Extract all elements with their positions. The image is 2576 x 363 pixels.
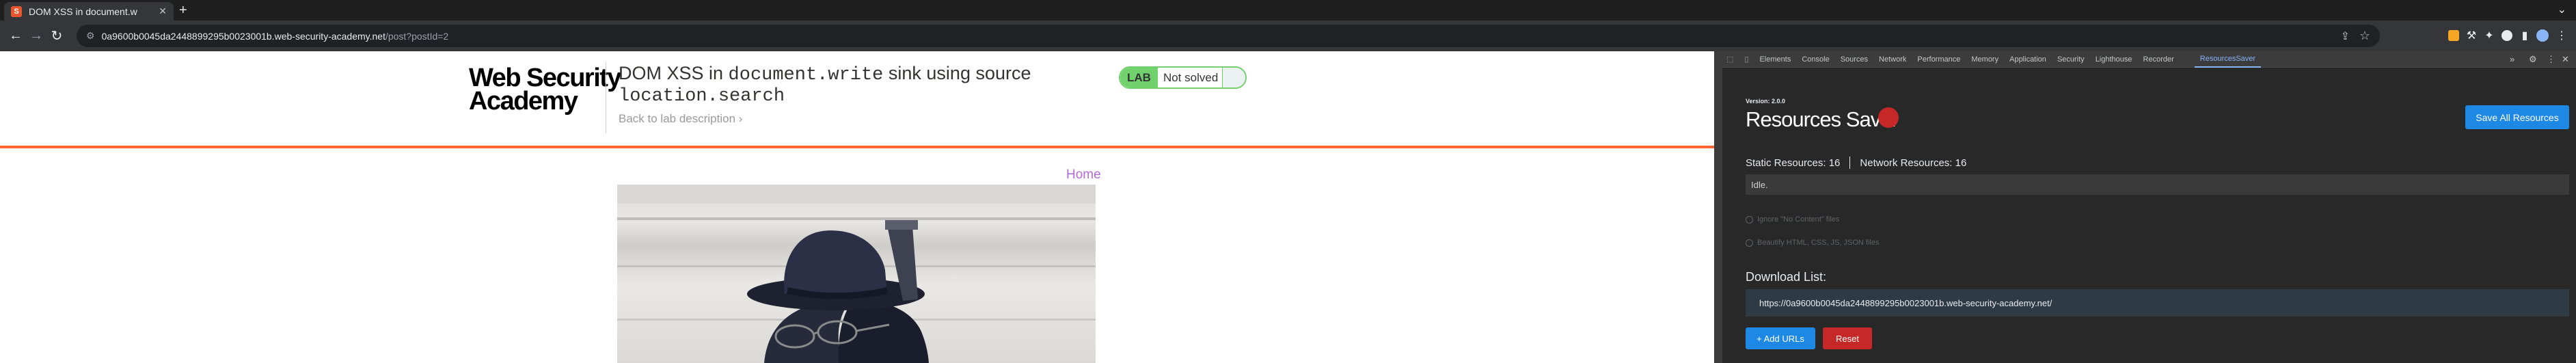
save-all-resources-button[interactable]: Save All Resources: [2465, 105, 2569, 129]
stats-divider: [1849, 157, 1851, 169]
lab-title-text-1: DOM XSS in: [619, 63, 729, 83]
ignore-no-content-radio[interactable]: [1746, 215, 1753, 224]
inspect-element-icon[interactable]: ⬚: [1722, 51, 1739, 68]
devtools-tab-sources[interactable]: Sources: [1835, 51, 1873, 68]
bookmark-star-icon[interactable]: ☆: [2359, 29, 2370, 43]
devtools-tab-security[interactable]: Security: [2052, 51, 2090, 68]
resources-saver-title: Resources Saver: [1746, 107, 1899, 131]
more-tabs-icon[interactable]: »: [2510, 54, 2514, 64]
tab-search-icon[interactable]: ⌄: [2558, 3, 2566, 16]
blog-post-image: [617, 185, 1096, 363]
url-path: /post?postId=2: [385, 30, 449, 42]
devtools-tab-bar: ⬚ ▯ Elements Console Sources Network Per…: [1722, 51, 2576, 68]
devtools-tab-console[interactable]: Console: [1796, 51, 1834, 68]
lab-status-badge: LAB Not solved: [1119, 66, 1247, 89]
forward-icon[interactable]: →: [26, 28, 46, 44]
profile-extension-icon[interactable]: [2499, 27, 2515, 44]
tab-close-icon[interactable]: ✕: [159, 5, 167, 17]
lab-title-code-1: document.write: [728, 65, 884, 85]
devtools-tab-lighthouse[interactable]: Lighthouse: [2090, 51, 2138, 68]
browser-toolbar: ← → ↻ ⚙ 0a9600b0045da2448899295b0023001b…: [0, 21, 2576, 51]
post-image-illustration: [617, 185, 1096, 363]
extension-tool-icon[interactable]: ⚒: [2463, 27, 2480, 44]
site-info-icon[interactable]: ⚙: [86, 30, 95, 42]
back-icon[interactable]: ←: [5, 28, 26, 44]
side-panel-icon[interactable]: ▮: [2517, 27, 2533, 44]
beautify-files-radio[interactable]: [1746, 239, 1753, 247]
beautify-files-option[interactable]: Beautify HTML, CSS, JS, JSON files: [1746, 239, 1880, 247]
page-viewport: Web Security Academy DOM XSS in document…: [0, 51, 1714, 363]
devtools-tab-network[interactable]: Network: [1873, 51, 1912, 68]
extensions-puzzle-icon[interactable]: ✦: [2481, 27, 2497, 44]
lab-title-code-2: location.search: [619, 86, 785, 107]
logo-line-1: Web Security: [469, 64, 622, 92]
reset-button[interactable]: Reset: [1823, 327, 1872, 349]
devtools-tab-elements[interactable]: Elements: [1754, 51, 1796, 68]
download-list-item[interactable]: https://0a9600b0045da2448899295b0023001b…: [1746, 289, 2569, 317]
devtools-tab-performance[interactable]: Performance: [1912, 51, 1966, 68]
record-indicator-icon[interactable]: [1878, 107, 1899, 128]
home-link[interactable]: Home: [1066, 167, 1101, 183]
beautify-files-label: Beautify HTML, CSS, JS, JSON files: [1757, 239, 1880, 247]
url-host: 0a9600b0045da2448899295b0023001b.web-sec…: [101, 30, 385, 42]
devtools-settings-icon[interactable]: ⚙: [2529, 54, 2537, 65]
devtools-tab-recorder[interactable]: Recorder: [2138, 51, 2180, 68]
network-resources-count: Network Resources: 16: [1860, 157, 1967, 169]
share-icon[interactable]: ⇪: [2341, 29, 2350, 43]
lab-badge-label: LAB: [1120, 68, 1158, 88]
address-bar[interactable]: ⚙ 0a9600b0045da2448899295b0023001b.web-s…: [77, 25, 2380, 47]
download-list-label: Download List:: [1746, 270, 1827, 284]
devtools-panel: ⬚ ▯ Elements Console Sources Network Per…: [1714, 51, 2576, 363]
back-to-lab-description-link[interactable]: Back to lab description ›: [619, 112, 742, 126]
lab-status-flask-icon: [1222, 68, 1245, 88]
lab-title-text-2: sink using source: [883, 63, 1031, 83]
lab-status-text: Not solved: [1163, 70, 1219, 84]
resources-saver-extension-icon[interactable]: [2445, 27, 2462, 44]
resources-saver-version: Version: 2.0.0: [1746, 98, 1786, 105]
tab-strip: S DOM XSS in document.w ✕ + ⌄: [0, 0, 2576, 21]
static-resources-count: Static Resources: 16: [1746, 157, 1841, 169]
reload-icon[interactable]: ↻: [46, 27, 67, 44]
ignore-no-content-label: Ignore "No Content" files: [1757, 215, 1840, 224]
logo-line-2: Academy: [469, 87, 578, 116]
devtools-tab-application[interactable]: Application: [2004, 51, 2052, 68]
portswigger-favicon-icon: S: [11, 5, 22, 17]
account-avatar[interactable]: [2534, 27, 2551, 44]
tab-title: DOM XSS in document.w: [29, 5, 137, 17]
browser-tab[interactable]: S DOM XSS in document.w ✕: [4, 2, 174, 21]
lab-title: DOM XSS in document.write sink using sou…: [619, 64, 1111, 106]
devtools-tab-resourcessaver[interactable]: ResourcesSaver: [2194, 51, 2262, 68]
devtools-tab-memory[interactable]: Memory: [1966, 51, 2004, 68]
browser-menu-icon[interactable]: ⋮: [2553, 27, 2570, 44]
web-security-academy-logo[interactable]: Web Security Academy: [469, 64, 622, 116]
ignore-no-content-option[interactable]: Ignore "No Content" files: [1746, 215, 1839, 224]
resource-stats: Static Resources: 16 Network Resources: …: [1746, 157, 1966, 169]
add-urls-button[interactable]: + Add URLs: [1746, 327, 1815, 349]
devtools-close-icon[interactable]: ✕: [2562, 54, 2569, 65]
device-toolbar-icon[interactable]: ▯: [1739, 51, 1754, 68]
lab-header: Web Security Academy DOM XSS in document…: [0, 51, 1714, 148]
devtools-menu-icon[interactable]: ⋮: [2547, 54, 2555, 65]
status-bar: Idle.: [1746, 174, 2569, 195]
new-tab-button[interactable]: +: [179, 3, 187, 18]
